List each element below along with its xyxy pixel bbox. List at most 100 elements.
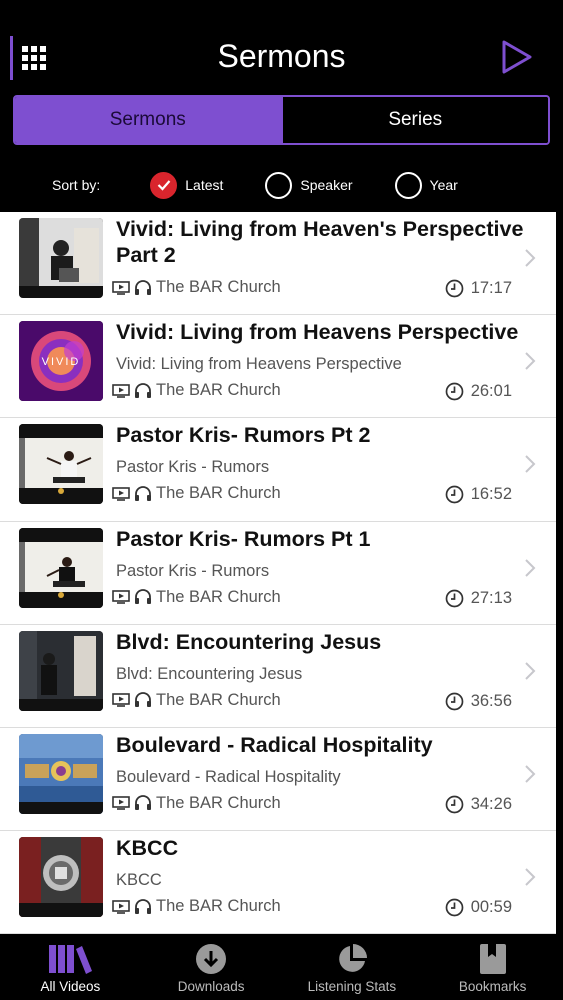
sermon-thumbnail	[19, 837, 103, 918]
duration-text: 17:17	[470, 279, 512, 297]
church-name: The BAR Church	[156, 690, 281, 709]
download-icon	[196, 944, 227, 974]
sermon-list: Vivid: Living from Heaven's Perspective …	[0, 212, 556, 934]
clock-icon	[445, 589, 464, 607]
church-name: The BAR Church	[156, 897, 281, 916]
sort-label: Sort by:	[52, 177, 101, 193]
chevron-right-icon	[525, 455, 536, 474]
sermon-thumbnail	[19, 218, 103, 298]
sermon-title: Vivid: Living from Heavens Perspective	[116, 320, 519, 345]
list-item[interactable]: Vivid: Living from Heaven's Perspective …	[0, 212, 556, 316]
headphones-icon	[135, 279, 151, 295]
chevron-right-icon	[525, 868, 536, 886]
list-item[interactable]: Pastor Kris- Rumors Pt 2 Pastor Kris - R…	[0, 418, 556, 522]
duration-text: 16:52	[470, 485, 512, 504]
sermon-title: KBCC	[116, 836, 179, 861]
clock-icon	[445, 898, 464, 917]
sermon-duration: 00:59	[445, 898, 512, 917]
chevron-right-icon	[525, 558, 536, 577]
sermon-meta: The BAR Church	[112, 278, 281, 297]
sermon-subtitle: KBCC	[116, 871, 162, 890]
sermon-duration: 36:56	[445, 692, 512, 711]
sort-option-latest[interactable]: Latest	[150, 171, 224, 199]
video-icon	[112, 487, 130, 501]
headphones-icon	[135, 485, 151, 501]
sermon-subtitle: Blvd: Encountering Jesus	[116, 664, 303, 683]
sort-option-label: Latest	[185, 177, 224, 193]
sort-option-label: Speaker	[300, 177, 353, 193]
tab-series[interactable]: Series	[280, 97, 548, 143]
clock-icon	[445, 382, 464, 401]
thumb-label: VIVID	[42, 356, 81, 368]
sermon-title: Blvd: Encountering Jesus	[116, 629, 382, 654]
chevron-right-icon	[525, 249, 536, 267]
sermon-title: Boulevard - Radical Hospitality	[116, 732, 433, 757]
sermon-duration: 27:13	[445, 589, 512, 608]
video-icon	[112, 383, 130, 398]
pie-chart-icon	[339, 944, 367, 972]
sermon-meta: The BAR Church	[112, 897, 281, 916]
tab-label: Bookmarks	[458, 979, 527, 994]
clock-icon	[445, 795, 464, 814]
chevron-right-icon	[525, 765, 536, 783]
church-name: The BAR Church	[156, 793, 281, 812]
list-item[interactable]: VIVID Vivid: Living from Heavens Perspec…	[0, 315, 556, 419]
list-item[interactable]: Boulevard - Radical Hospitality Boulevar…	[0, 728, 556, 832]
list-item[interactable]: KBCC KBCC The BAR Church 00:59	[0, 831, 556, 934]
sermon-title: Pastor Kris- Rumors Pt 2	[116, 423, 371, 448]
video-icon	[112, 796, 130, 811]
play-icon[interactable]	[501, 40, 533, 74]
video-icon	[112, 590, 130, 604]
sermon-subtitle: Boulevard - Radical Hospitality	[116, 767, 341, 786]
clock-icon	[445, 692, 464, 711]
headphones-icon	[135, 382, 151, 398]
sermon-subtitle: Pastor Kris - Rumors	[116, 458, 270, 477]
sermon-subtitle: Pastor Kris - Rumors	[116, 561, 270, 580]
page-title: Sermons	[217, 38, 346, 74]
duration-text: 00:59	[470, 898, 512, 917]
sort-bar: Sort by: Latest Speaker Year	[0, 166, 563, 204]
sermon-thumbnail	[19, 424, 103, 505]
radio-unchecked	[265, 171, 293, 199]
sort-option-label: Year	[429, 177, 458, 193]
sort-option-speaker[interactable]: Speaker	[265, 171, 353, 199]
video-icon	[112, 899, 130, 914]
sermon-duration: 34:26	[445, 795, 512, 814]
sermon-title: Pastor Kris- Rumors Pt 1	[116, 526, 371, 551]
bottom-tab-bar: All Videos Downloads Listening Stats Boo…	[0, 934, 563, 1000]
library-icon	[49, 945, 93, 974]
sermon-title: Vivid: Living from Heaven's Perspective …	[116, 217, 524, 267]
sermon-meta: The BAR Church	[112, 691, 281, 710]
chevron-right-icon	[525, 352, 536, 370]
headphones-icon	[135, 589, 151, 605]
duration-text: 27:13	[470, 588, 512, 607]
list-item[interactable]: Blvd: Encountering Jesus Blvd: Encounter…	[0, 625, 556, 728]
clock-icon	[445, 279, 464, 298]
sermon-thumbnail	[19, 733, 103, 814]
church-name: The BAR Church	[156, 278, 281, 296]
tab-all-videos[interactable]: All Videos	[0, 934, 141, 1000]
tab-bookmarks[interactable]: Bookmarks	[422, 934, 563, 1000]
sermon-thumbnail	[19, 630, 103, 711]
sermon-meta: The BAR Church	[112, 484, 281, 503]
tab-label: All Videos	[40, 979, 101, 994]
sermon-thumbnail: VIVID	[19, 321, 103, 402]
sermon-thumbnail	[19, 527, 103, 608]
clock-icon	[445, 486, 464, 504]
sermon-duration: 16:52	[445, 485, 512, 504]
tab-sermons[interactable]: Sermons	[15, 97, 281, 143]
check-icon	[157, 180, 171, 191]
sermon-meta: The BAR Church	[112, 794, 281, 813]
church-name: The BAR Church	[156, 484, 281, 503]
tab-downloads[interactable]: Downloads	[141, 934, 282, 1000]
sermon-duration: 17:17	[445, 279, 512, 298]
segmented-control: Sermons Series	[13, 95, 550, 145]
tab-listening-stats[interactable]: Listening Stats	[282, 934, 423, 1000]
sort-option-year[interactable]: Year	[394, 171, 458, 199]
list-item[interactable]: Pastor Kris- Rumors Pt 1 Pastor Kris - R…	[0, 522, 556, 625]
sermon-meta: The BAR Church	[112, 588, 281, 607]
video-icon	[112, 280, 130, 295]
headphones-icon	[135, 898, 151, 914]
video-icon	[112, 693, 130, 708]
headphones-icon	[135, 795, 151, 811]
